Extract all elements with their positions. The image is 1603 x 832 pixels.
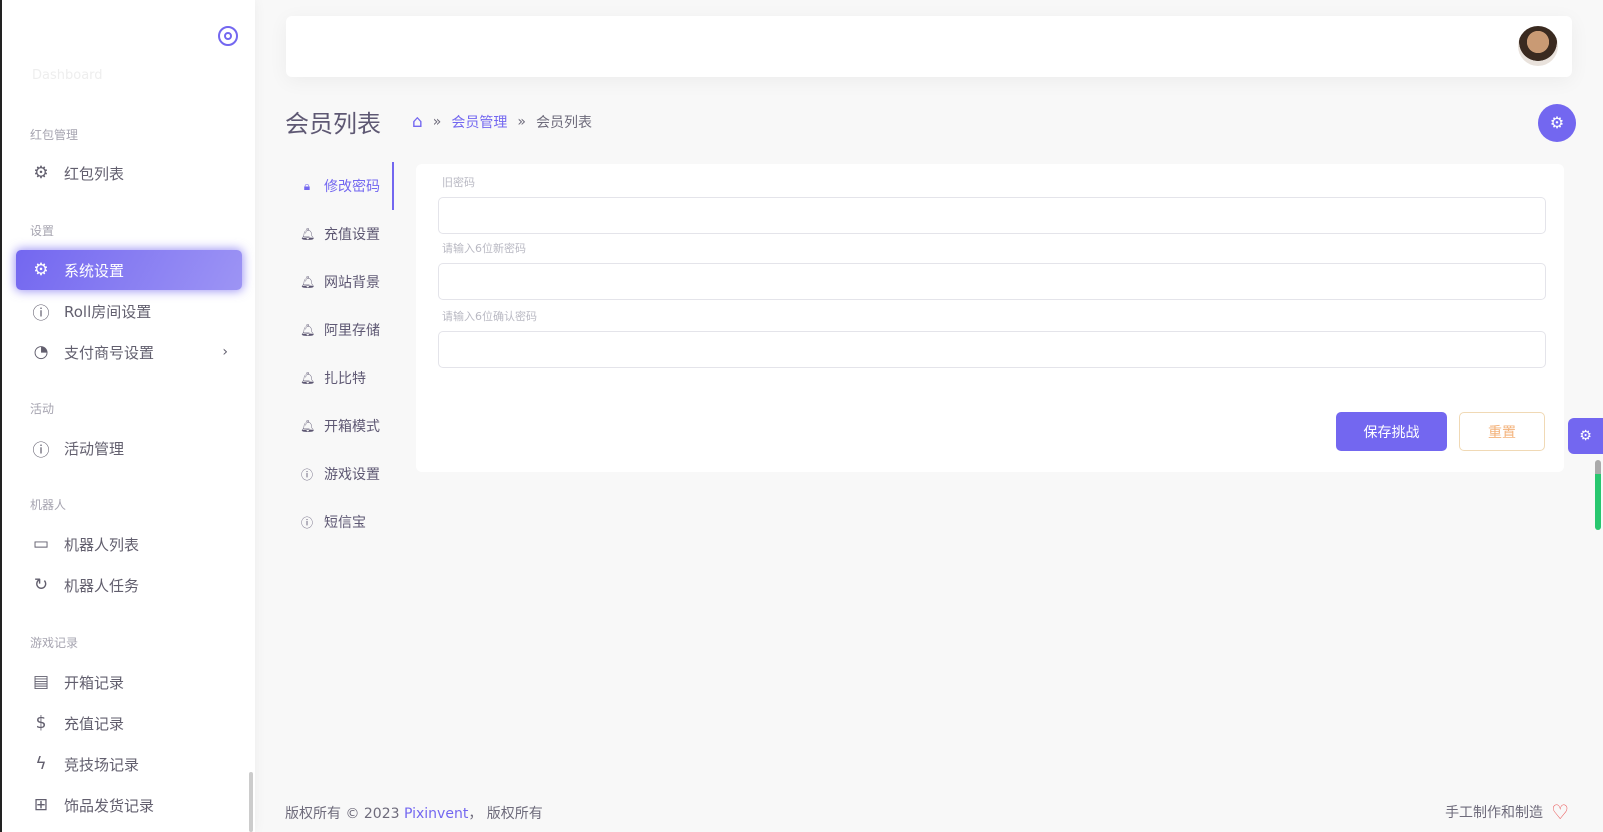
page-title: 会员列表: [285, 110, 381, 138]
tab-label: 扎比特: [324, 371, 366, 387]
sidebar-item[interactable]: ⊞ 饰品发货记录: [16, 785, 242, 825]
copyright-text: 版权所有 © 2023: [285, 806, 404, 822]
sidebar-scrollbar[interactable]: [249, 772, 253, 832]
sidebar-item[interactable]: ▤ 开箱记录: [16, 662, 242, 702]
confirm-password-input[interactable]: [438, 331, 1546, 368]
info-icon: ⓘ: [32, 303, 50, 324]
sidebar: Dashboard 红包管理 ⚙ 红包列表设置 ⚙ 系统设置 ⓘ Roll房间设置 ◔ 支付商号…: [0, 0, 255, 832]
old-password-label: 旧密码: [442, 176, 475, 189]
sidebar-item[interactable]: ⚙ 红包列表: [16, 153, 242, 193]
avatar[interactable]: [1518, 26, 1558, 66]
copyright-suffix: ， 版权所有: [468, 806, 543, 822]
sidebar-item[interactable]: $ 充值记录: [16, 703, 242, 743]
gear-icon: ⚙: [1549, 113, 1565, 132]
sidebar-item-label: 开箱记录: [64, 673, 125, 692]
breadcrumb: ⌂ » 会员管理 » 会员列表: [412, 112, 592, 132]
customizer-toggle[interactable]: ⚙: [1568, 418, 1603, 454]
bell-icon: 🔔︎: [300, 419, 316, 433]
brand-link[interactable]: Pixinvent: [404, 806, 468, 822]
sidebar-item[interactable]: ↻ 机器人任务: [16, 565, 242, 605]
sidebar-item-dashboard[interactable]: Dashboard: [32, 68, 103, 83]
info-icon: ⓘ: [300, 467, 313, 482]
sidebar-item[interactable]: ⓘ Roll房间设置: [16, 291, 242, 331]
save-button[interactable]: 保存挑战: [1336, 412, 1447, 451]
page-scrollbar[interactable]: [1595, 460, 1601, 530]
info-icon: ⓘ: [300, 515, 313, 530]
settings-button[interactable]: ⚙: [1538, 104, 1576, 142]
breadcrumb-current: 会员列表: [535, 115, 592, 131]
sidebar-section-title: 机器人: [30, 498, 67, 512]
gear-icon: ⚙: [1579, 428, 1592, 444]
bell-icon: 🔔︎: [300, 323, 316, 337]
sidebar-item-label: 机器人列表: [64, 535, 140, 554]
sidebar-item[interactable]: ϟ 竞技场记录: [16, 744, 242, 784]
breadcrumb-separator: »: [432, 114, 442, 130]
sidebar-item[interactable]: ⓘ 活动管理: [16, 428, 242, 468]
sidebar-section-title: 设置: [30, 224, 55, 238]
tab-label: 开箱模式: [324, 419, 380, 435]
tab-item[interactable]: 🔔︎ 阿里存储: [290, 306, 394, 354]
refresh-icon: ↻: [33, 575, 49, 595]
home-icon[interactable]: ⌂: [412, 112, 423, 132]
dollar-icon: $: [35, 713, 47, 733]
chevron-right-icon: ›: [222, 344, 228, 360]
breadcrumb-member-management[interactable]: 会员管理: [451, 112, 507, 132]
sidebar-item-label: 充值记录: [64, 714, 125, 733]
gear-icon: ⚙: [33, 163, 49, 183]
top-navbar: [286, 16, 1572, 77]
new-password-label: 请输入6位新密码: [442, 242, 526, 255]
breadcrumb-separator: »: [517, 114, 526, 130]
footer-credit: 手工制作和制造 ♡: [1445, 800, 1569, 824]
lock-icon: 🔒︎: [303, 178, 311, 193]
archive-icon: ▤: [32, 672, 50, 692]
sidebar-item-label: 红包列表: [64, 164, 125, 183]
sidebar-item-label: 系统设置: [64, 261, 125, 280]
tab-item[interactable]: 🔔︎ 网站背景: [290, 258, 394, 306]
info-icon: ⓘ: [32, 440, 50, 461]
sidebar-item[interactable]: ⚙ 系统设置: [16, 250, 242, 290]
zap-icon: ϟ: [35, 754, 47, 774]
bell-icon: 🔔︎: [300, 275, 316, 289]
tab-label: 网站背景: [324, 275, 380, 291]
layout-icon: ⊞: [33, 795, 49, 815]
sidebar-item-label: 机器人任务: [64, 576, 140, 595]
settings-tabs: 🔒︎ 修改密码 🔔︎ 充值设置 🔔︎ 网站背景 🔔︎ 阿里存储 🔔︎ 扎比特 🔔︎ 开箱模式 ⓘ 游戏设置…: [290, 162, 394, 546]
pie-chart-icon: ◔: [33, 342, 49, 362]
tab-label: 短信宝: [324, 515, 366, 531]
bell-icon: 🔔︎: [300, 227, 316, 241]
tab-item[interactable]: 🔔︎ 充值设置: [290, 210, 394, 258]
sidebar-item-label: 活动管理: [64, 439, 125, 458]
bell-icon: 🔔︎: [300, 371, 316, 385]
sidebar-section-title: 红包管理: [30, 128, 79, 142]
old-password-input[interactable]: [438, 197, 1546, 234]
tab-item[interactable]: 🔒︎ 修改密码: [290, 162, 394, 210]
gear-icon: ⚙: [33, 260, 49, 280]
tab-item[interactable]: ⓘ 短信宝: [290, 498, 394, 546]
sidebar-item-label: Roll房间设置: [64, 302, 152, 321]
credit-text: 手工制作和制造: [1445, 805, 1544, 821]
confirm-password-label: 请输入6位确认密码: [442, 310, 537, 323]
sidebar-item[interactable]: ◔ 支付商号设置 ›: [16, 332, 242, 372]
footer-copyright: 版权所有 © 2023 Pixinvent， 版权所有: [285, 803, 543, 823]
tab-label: 阿里存储: [324, 323, 380, 339]
sidebar-item-label: 竞技场记录: [64, 755, 140, 774]
reset-button[interactable]: 重置: [1459, 412, 1545, 451]
sidebar-toggle-icon[interactable]: [218, 26, 238, 46]
tab-label: 修改密码: [324, 179, 380, 195]
password-form-card: 旧密码 请输入6位新密码 请输入6位确认密码 保存挑战 重置: [416, 164, 1564, 472]
sidebar-section-title: 活动: [30, 402, 55, 416]
sidebar-item[interactable]: ▭ 机器人列表: [16, 524, 242, 564]
tab-item[interactable]: 🔔︎ 开箱模式: [290, 402, 394, 450]
sidebar-item-label: 支付商号设置: [64, 343, 155, 362]
tab-label: 游戏设置: [324, 467, 380, 483]
sidebar-section-title: 游戏记录: [30, 636, 79, 650]
tab-item[interactable]: ⓘ 游戏设置: [290, 450, 394, 498]
sidebar-item-label: 饰品发货记录: [64, 796, 155, 815]
new-password-input[interactable]: [438, 263, 1546, 300]
tab-label: 充值设置: [324, 227, 380, 243]
tab-item[interactable]: 🔔︎ 扎比特: [290, 354, 394, 402]
monitor-icon: ▭: [32, 534, 50, 554]
heart-icon: ♡: [1551, 800, 1569, 824]
